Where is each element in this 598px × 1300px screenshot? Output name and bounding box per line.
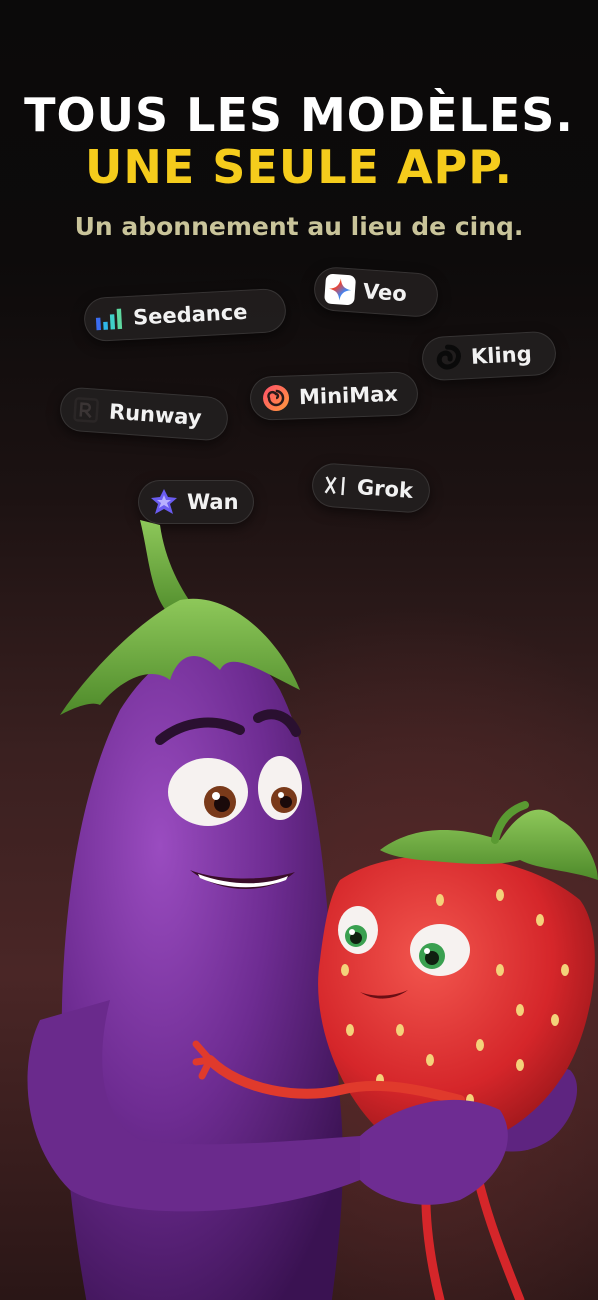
gemini-sparkle-icon <box>324 273 357 306</box>
model-chip-label: Seedance <box>132 299 249 330</box>
model-chip-minimax: MiniMax <box>249 371 419 421</box>
model-chip-label: Veo <box>362 279 408 307</box>
headline-line-2: UNE SEULE APP. <box>85 140 513 194</box>
subtitle: Un abonnement au lieu de cinq. <box>74 212 524 241</box>
headline-line-1: TOUS LES MODÈLES. <box>24 88 574 142</box>
model-chip-label: Grok <box>356 475 414 503</box>
model-chip-label: Kling <box>470 341 533 369</box>
seedance-bars-icon <box>94 303 126 335</box>
model-chip-veo: Veo <box>312 265 440 319</box>
eggplant-strawberry-illustration <box>27 520 598 1300</box>
model-chip-label: MiniMax <box>298 381 399 410</box>
model-chip-kling: Kling <box>420 330 558 382</box>
model-chip-label: Runway <box>108 399 203 430</box>
minimax-spiral-icon <box>261 383 292 414</box>
runway-logo-icon <box>70 394 102 426</box>
grok-xai-icon <box>322 470 350 502</box>
kling-swirl-icon <box>432 342 464 374</box>
